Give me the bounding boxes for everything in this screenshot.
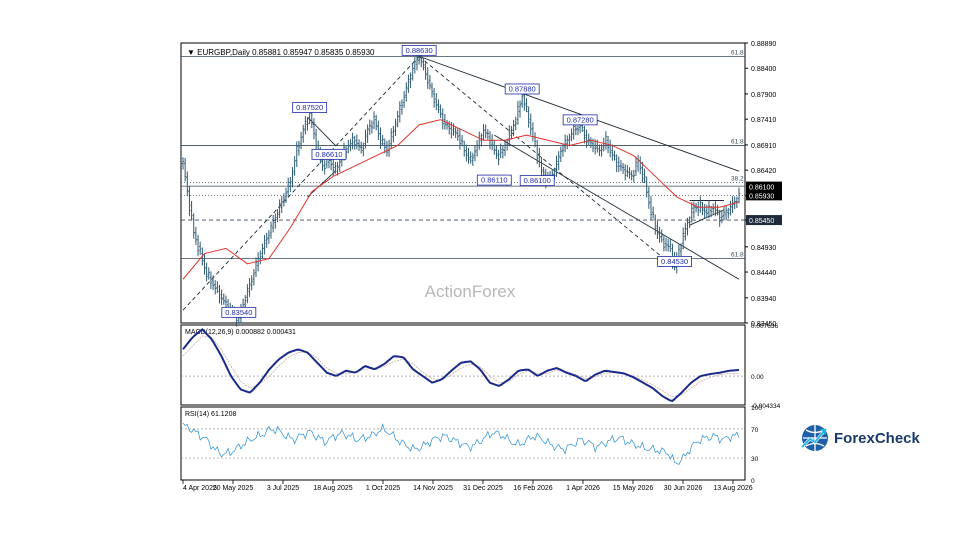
- rsi-label: RSI(14) 61.1208: [185, 411, 236, 418]
- price-label: 0.86110: [481, 176, 508, 185]
- rsi-y-tick-label: 30: [751, 456, 759, 463]
- chart-canvas: ActionForex ▼ EURGBP,Daily 0.85881 0.8594…: [180, 41, 782, 492]
- axis-price-badge-text: 0.85930: [749, 193, 774, 200]
- watermark: ActionForex: [425, 282, 516, 301]
- y-tick-label: 0.87410: [751, 117, 776, 124]
- price-label: 0.84530: [661, 257, 688, 266]
- x-tick-label: 31 Dec 2025: [463, 485, 503, 492]
- y-tick-label: 0.87900: [751, 92, 776, 99]
- x-tick-label: 20 May 2025: [213, 485, 254, 492]
- fib-level-label: 61.8: [731, 49, 744, 56]
- fib-level-label: 61.8: [731, 138, 744, 145]
- price-label: 0.88630: [406, 46, 433, 55]
- panel-frame: [180, 42, 746, 324]
- rsi-y-tick-label: 100: [751, 405, 762, 412]
- axis-price-badge-text: 0.85450: [749, 218, 774, 225]
- x-tick-label: 3 Jul 2025: [267, 485, 299, 492]
- rsi-y-tick-label: 70: [751, 427, 759, 434]
- fib-level-label: 61.8: [731, 252, 744, 259]
- x-tick-label: 15 May 2026: [613, 485, 654, 492]
- y-tick-label: 0.83940: [751, 296, 776, 303]
- x-tick-label: 1 Apr 2026: [566, 485, 600, 492]
- fib-level-label: 38.2: [731, 175, 744, 182]
- forexcheck-logo: ForexCheck: [798, 421, 928, 455]
- macd-y-tick-label: 0.00: [751, 374, 764, 381]
- x-tick-label: 1 Oct 2025: [366, 485, 400, 492]
- y-tick-label: 0.88890: [751, 41, 776, 48]
- x-tick-label: 13 Aug 2026: [713, 485, 752, 492]
- price-label: 0.87280: [567, 115, 594, 124]
- eurgbp-chart: ActionForex ▼ EURGBP,Daily 0.85881 0.8594…: [0, 0, 960, 540]
- chart-header: ▼ EURGBP,Daily 0.85881 0.85947 0.85835 0…: [187, 48, 375, 57]
- y-tick-label: 0.84440: [751, 270, 776, 277]
- x-tick-label: 18 Aug 2025: [313, 485, 352, 492]
- price-label: 0.87520: [296, 103, 323, 112]
- price-label: 0.86100: [524, 176, 551, 185]
- y-tick-label: 0.86420: [751, 168, 776, 175]
- price-label: 0.83540: [225, 308, 252, 317]
- panel-frame: [180, 324, 746, 406]
- macd-y-tick-label: 0.007636: [751, 323, 778, 330]
- y-tick-label: 0.86910: [751, 143, 776, 150]
- globe-chart-icon: [800, 425, 828, 451]
- y-tick-label: 0.84930: [751, 245, 776, 252]
- price-label: 0.87880: [509, 84, 536, 93]
- price-label: 0.86610: [315, 150, 342, 159]
- x-tick-label: 16 Feb 2026: [513, 485, 552, 492]
- logo-text: ForexCheck: [834, 429, 920, 447]
- panel-frame: [180, 406, 746, 481]
- y-tick-label: 0.88400: [751, 66, 776, 73]
- x-tick-label: 14 Nov 2025: [413, 485, 453, 492]
- rsi-y-tick-label: 0: [751, 478, 755, 485]
- x-tick-label: 30 Jun 2026: [664, 485, 703, 492]
